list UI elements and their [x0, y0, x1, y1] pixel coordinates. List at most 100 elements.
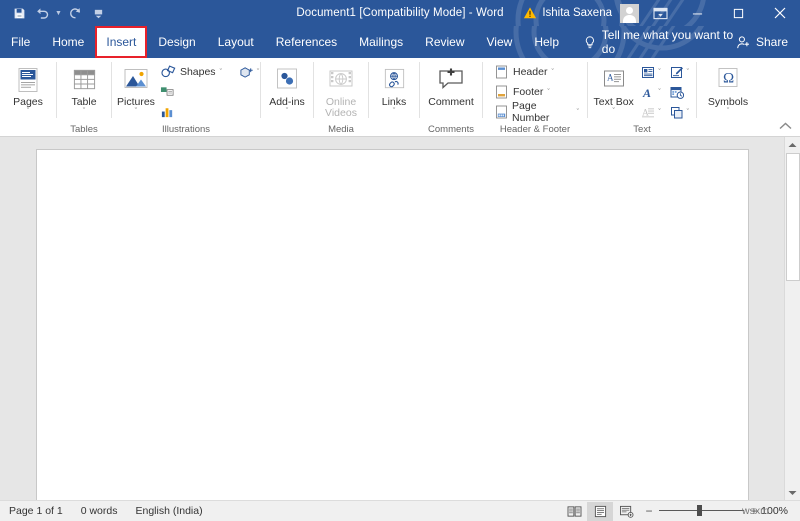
text-small-buttons-col1: ˇ A ˇ A ˇ	[638, 62, 662, 122]
avatar[interactable]	[620, 3, 639, 23]
tab-insert[interactable]: Insert	[95, 26, 148, 58]
word-count[interactable]: 0 words	[72, 501, 127, 521]
share-button[interactable]: Share	[736, 26, 800, 58]
print-layout-view-button[interactable]	[587, 501, 613, 521]
pages-caret-icon[interactable]: ˇ	[27, 108, 29, 116]
icons-3d-models-caret-icon[interactable]: ˇ	[257, 69, 259, 76]
links-caret-icon[interactable]: ˇ	[393, 108, 395, 116]
undo-icon[interactable]	[31, 2, 53, 24]
pages-button[interactable]: Pages ˇ	[5, 62, 51, 116]
date-time-button[interactable]	[667, 82, 691, 102]
table-button[interactable]: Table ˇ	[62, 62, 106, 116]
footer-caret-icon[interactable]: ˇ	[547, 89, 549, 96]
wordart-button[interactable]: A ˇ	[638, 82, 662, 102]
pictures-caret-icon[interactable]: ˇ	[135, 108, 137, 116]
ribbon-group-comments: Comment Comments	[420, 58, 482, 136]
ribbon-display-options-icon[interactable]	[643, 0, 677, 26]
status-right-controls: − wsxm + 100%	[561, 501, 800, 521]
language-indicator[interactable]: English (India)	[126, 501, 211, 521]
tab-design[interactable]: Design	[147, 26, 206, 58]
tab-layout[interactable]: Layout	[207, 26, 265, 58]
chevron-up-icon[interactable]	[776, 118, 794, 134]
ribbon-group-media: Online Videos Media	[314, 58, 368, 136]
footer-button[interactable]: Footer ˇ	[491, 82, 582, 102]
tab-help[interactable]: Help	[523, 26, 570, 58]
read-mode-view-button[interactable]	[561, 502, 587, 521]
tab-file[interactable]: File	[0, 26, 41, 58]
add-ins-group-label	[261, 123, 313, 136]
comment-label: Comment	[428, 96, 474, 108]
tab-references[interactable]: References	[265, 26, 348, 58]
header-button[interactable]: Header ˇ	[491, 62, 582, 82]
ribbon-group-tables: Table ˇ Tables	[57, 58, 111, 136]
drop-cap-caret-icon[interactable]: ˇ	[658, 109, 660, 116]
web-layout-view-button[interactable]	[613, 502, 639, 521]
quick-parts-button[interactable]: ˇ	[638, 62, 662, 82]
signature-line-button[interactable]: ˇ	[667, 62, 691, 82]
add-ins-caret-icon[interactable]: ˇ	[286, 108, 288, 116]
icons-3d-models-button[interactable]: ˇ	[237, 62, 261, 82]
smartart-icon	[160, 84, 176, 100]
comment-button[interactable]: Comment	[425, 62, 477, 108]
customize-quick-access-icon[interactable]	[87, 2, 109, 24]
links-button[interactable]: Links ˇ	[374, 62, 414, 116]
titlebar-right-controls: Ishita Saxena	[521, 0, 800, 26]
page-info[interactable]: Page 1 of 1	[0, 501, 72, 521]
tab-design-label: Design	[158, 35, 196, 49]
text-box-caret-icon[interactable]: ˇ	[612, 108, 614, 116]
page-number-caret-icon[interactable]: ˇ	[577, 109, 579, 116]
tab-mailings[interactable]: Mailings	[348, 26, 414, 58]
maximize-button[interactable]	[718, 0, 759, 26]
page-document-icon	[12, 64, 44, 96]
ribbon-tab-strip: File Home Insert Design Layout Reference…	[0, 26, 800, 58]
scroll-down-arrow-icon[interactable]	[785, 485, 800, 500]
close-button[interactable]	[759, 0, 800, 26]
tab-help-label: Help	[534, 35, 559, 49]
undo-dropdown-caret-icon[interactable]: ▼	[54, 2, 63, 24]
zoom-slider-knob[interactable]	[697, 505, 702, 516]
wordart-caret-icon[interactable]: ˇ	[658, 89, 660, 96]
object-button[interactable]: ˇ	[667, 102, 691, 122]
shapes-button[interactable]: Shapes ˇ	[158, 62, 225, 82]
page-number-button[interactable]: Page Number ˇ	[491, 100, 582, 124]
save-icon[interactable]	[8, 2, 30, 24]
redo-icon[interactable]	[64, 2, 86, 24]
zoom-out-button[interactable]: −	[643, 505, 655, 517]
zoom-ghost-text: wsxm	[742, 505, 769, 517]
symbols-button[interactable]: Ω Symbols ˇ	[702, 62, 754, 116]
tab-home-label: Home	[52, 35, 85, 49]
tab-home[interactable]: Home	[41, 26, 95, 58]
scrollbar-thumb[interactable]	[786, 153, 800, 281]
header-caret-icon[interactable]: ˇ	[551, 69, 553, 76]
illustrations-group-label: Illustrations	[161, 124, 211, 135]
drop-cap-button[interactable]: A ˇ	[638, 102, 662, 122]
tab-review[interactable]: Review	[414, 26, 475, 58]
symbols-group-label	[697, 123, 759, 136]
document-page[interactable]	[37, 150, 748, 518]
text-box-button[interactable]: A Text Box ˇ	[593, 62, 634, 116]
svg-text:Ω: Ω	[723, 70, 734, 86]
signature-line-caret-icon[interactable]: ˇ	[687, 69, 689, 76]
object-caret-icon[interactable]: ˇ	[687, 109, 689, 116]
tab-view[interactable]: View	[476, 26, 524, 58]
ribbon-group-text: A Text Box ˇ ˇ A ˇ A ˇ ˇ ˇ Text	[588, 58, 696, 136]
account-area[interactable]: Ishita Saxena	[521, 0, 643, 26]
zoom-readout: wsxm + 100%	[742, 505, 794, 517]
tell-me-search[interactable]: Tell me what you want to do	[584, 26, 736, 58]
smartart-button[interactable]	[158, 82, 178, 102]
minimize-button[interactable]	[677, 0, 718, 26]
shapes-caret-icon[interactable]: ˇ	[220, 69, 222, 76]
vertical-scrollbar[interactable]	[784, 137, 800, 500]
table-caret-icon[interactable]: ˇ	[83, 108, 85, 116]
chart-button[interactable]	[158, 102, 178, 122]
links-group-label	[369, 123, 419, 136]
zoom-slider[interactable]	[659, 505, 744, 517]
online-videos-button[interactable]: Online Videos	[319, 62, 363, 119]
object-icon	[669, 104, 685, 120]
pictures-button[interactable]: Pictures ˇ	[117, 62, 155, 116]
quick-parts-icon	[640, 64, 656, 80]
scroll-up-arrow-icon[interactable]	[785, 137, 800, 152]
symbols-caret-icon[interactable]: ˇ	[727, 108, 729, 116]
add-ins-button[interactable]: Add-ins ˇ	[266, 62, 308, 116]
quick-parts-caret-icon[interactable]: ˇ	[658, 69, 660, 76]
